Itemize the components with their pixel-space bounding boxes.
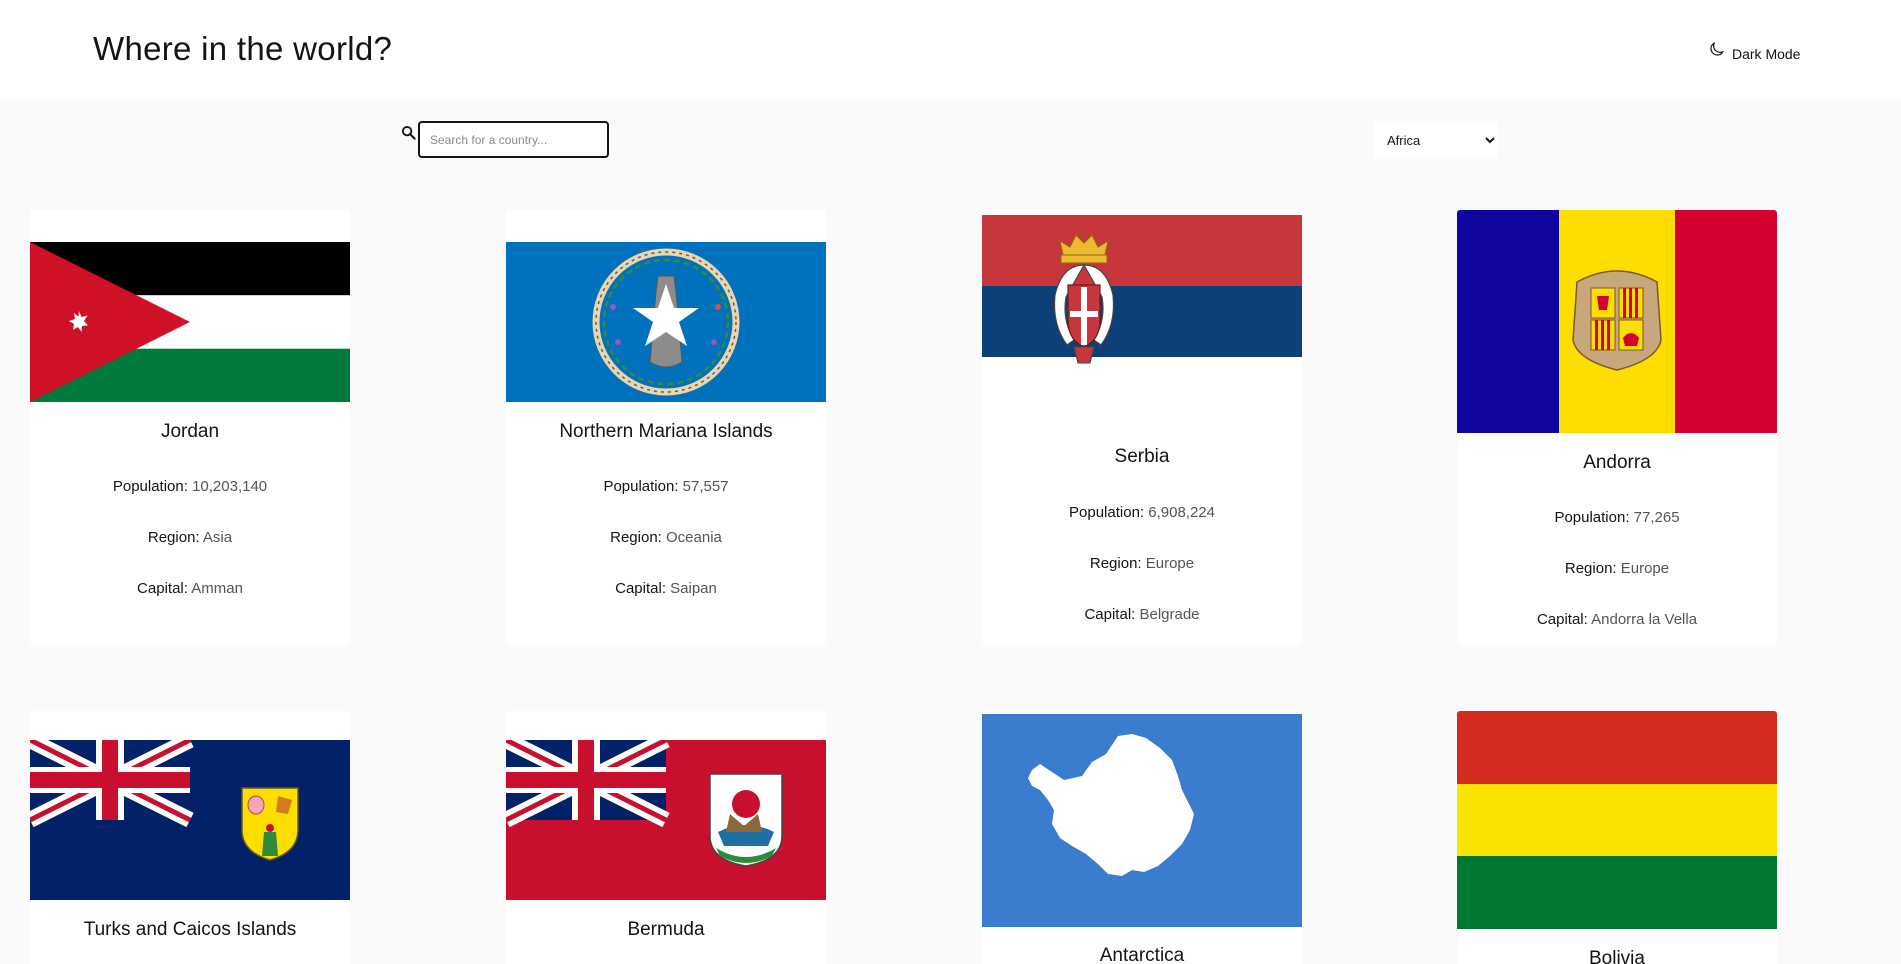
country-name: Jordan: [160, 421, 220, 442]
flag-serbia: [982, 215, 1302, 428]
region-row: Region: Asia: [30, 529, 350, 546]
population-row: Population: 10,203,140: [30, 478, 350, 495]
flag-northern-mariana-islands: [506, 242, 826, 402]
flag-bolivia: [1457, 711, 1777, 929]
population-value: 6,908,224: [1148, 504, 1215, 521]
flag-andorra: [1457, 210, 1777, 433]
region-label: Region:: [1089, 555, 1142, 572]
population-label: Population:: [1069, 504, 1145, 521]
country-name: Andorra: [1583, 452, 1651, 473]
capital-label: Capital:: [137, 580, 188, 597]
header: Where in the world? Dark Mode: [0, 0, 1901, 99]
country-card-jordan[interactable]: Jordan Population: 10,203,140 Region: As…: [30, 210, 350, 645]
population-value: 57,557: [682, 478, 729, 495]
dark-mode-label: Dark Mode: [1732, 46, 1801, 62]
search-input[interactable]: [418, 121, 609, 158]
flag-bermuda: [506, 740, 826, 900]
capital-value: Belgrade: [1139, 606, 1200, 623]
capital-label: Capital:: [1536, 611, 1588, 628]
moon-icon: [1710, 42, 1724, 56]
capital-row: Capital: Andorra la Vella: [1457, 611, 1777, 628]
flag-turks-and-caicos-islands: [30, 740, 350, 900]
country-name: Bermuda: [627, 919, 705, 940]
country-name: Turks and Caicos Islands: [83, 919, 297, 940]
dark-mode-toggle[interactable]: Dark Mode: [1708, 40, 1800, 62]
capital-row: Capital: Saipan: [506, 580, 826, 597]
country-card-andorra[interactable]: Andorra Population: 77,265 Region: Europ…: [1457, 210, 1777, 645]
country-card-antarctica[interactable]: Antarctica: [982, 711, 1302, 964]
population-label: Population:: [603, 478, 679, 495]
region-label: Region:: [147, 529, 200, 546]
country-name: Bolivia: [1589, 948, 1645, 964]
country-card-bolivia[interactable]: Bolivia: [1457, 711, 1777, 964]
flag-jordan: [30, 242, 350, 402]
capital-value: Andorra la Vella: [1591, 611, 1698, 628]
flag-antarctica: [982, 714, 1302, 927]
population-row: Population: 57,557: [506, 478, 826, 495]
population-label: Population:: [1554, 509, 1630, 526]
region-filter[interactable]: Africa: [1373, 121, 1498, 159]
country-card-northern-mariana-islands[interactable]: Northern Mariana Islands Population: 57,…: [506, 210, 826, 645]
population-value: 10,203,140: [192, 478, 268, 495]
country-name: Antarctica: [1099, 945, 1185, 964]
capital-value: Saipan: [670, 580, 717, 597]
population-row: Population: 6,908,224: [982, 504, 1302, 521]
region-row: Region: Europe: [982, 555, 1302, 572]
region-row: Region: Oceania: [506, 529, 826, 546]
region-label: Region:: [1564, 560, 1617, 577]
capital-value: Amman: [191, 580, 243, 597]
population-label: Population:: [112, 478, 188, 495]
capital-label: Capital:: [615, 580, 666, 597]
region-label: Region:: [610, 529, 662, 546]
region-value: Asia: [202, 529, 233, 546]
capital-row: Capital: Amman: [30, 580, 350, 597]
app-title: Where in the world?: [93, 30, 393, 67]
region-row: Region: Europe: [1457, 560, 1777, 577]
region-value: Europe: [1620, 560, 1670, 577]
country-name: Serbia: [1114, 446, 1170, 467]
capital-row: Capital: Belgrade: [982, 606, 1302, 623]
region-value: Oceania: [666, 529, 722, 546]
search-icon: [401, 125, 416, 140]
country-name: Northern Mariana Islands: [559, 421, 773, 442]
capital-label: Capital:: [1084, 606, 1136, 623]
region-value: Europe: [1145, 555, 1195, 572]
country-card-bermuda[interactable]: Bermuda: [506, 711, 826, 964]
country-card-turks-and-caicos-islands[interactable]: Turks and Caicos Islands: [30, 711, 350, 964]
population-value: 77,265: [1633, 509, 1680, 526]
population-row: Population: 77,265: [1457, 509, 1777, 526]
country-card-serbia[interactable]: Serbia Population: 6,908,224 Region: Eur…: [982, 210, 1302, 645]
